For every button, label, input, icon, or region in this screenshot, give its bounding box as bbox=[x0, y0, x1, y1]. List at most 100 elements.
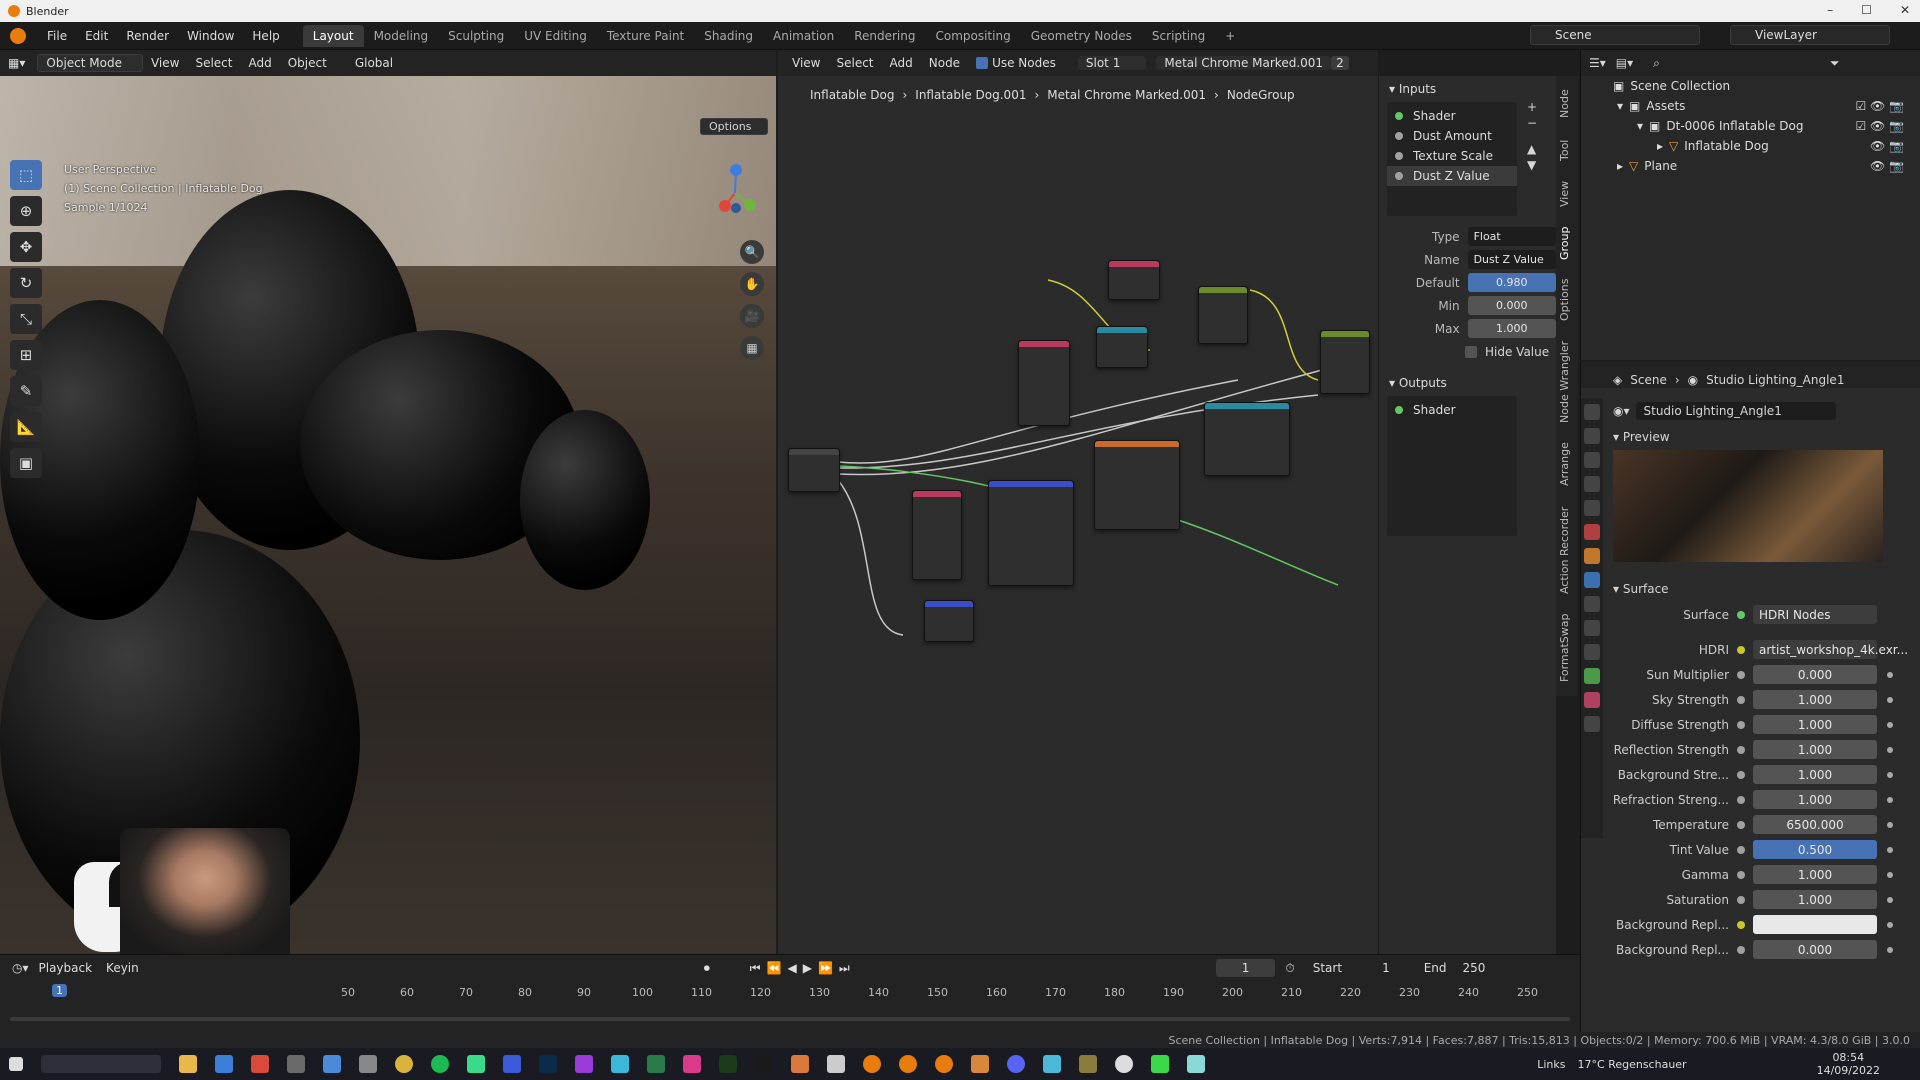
app-icon[interactable] bbox=[611, 1055, 629, 1073]
app-icon[interactable] bbox=[251, 1055, 269, 1073]
tab-uv-editing[interactable]: UV Editing bbox=[514, 25, 597, 47]
transform-orientation-dropdown[interactable]: Global bbox=[347, 56, 401, 70]
minimize-button[interactable]: – bbox=[1827, 3, 1833, 17]
remove-input-button[interactable]: − bbox=[1527, 116, 1537, 130]
scene-tab-icon[interactable] bbox=[1584, 500, 1600, 516]
blender-taskbar-icon[interactable] bbox=[935, 1055, 953, 1073]
outliner-root[interactable]: ▣ Scene Collection bbox=[1581, 76, 1920, 96]
param-field[interactable]: 1.000 bbox=[1753, 890, 1877, 909]
zoom-icon[interactable]: 🔍 bbox=[740, 240, 764, 264]
add-workspace-button[interactable]: + bbox=[1215, 25, 1245, 47]
pan-hand-icon[interactable]: ✋ bbox=[740, 272, 764, 296]
data-tab-icon[interactable] bbox=[1584, 668, 1600, 684]
tab-animation[interactable]: Animation bbox=[763, 25, 844, 47]
node-separate-rgb[interactable] bbox=[1096, 326, 1148, 368]
outliner-row-inflatable-dog[interactable]: ▸ ▽ Inflatable Dog 👁 📷 bbox=[1581, 136, 1920, 156]
tab-sculpting[interactable]: Sculpting bbox=[438, 25, 514, 47]
tool-tab-icon[interactable] bbox=[1584, 404, 1600, 420]
annotate-tool-icon[interactable]: ✎ bbox=[10, 376, 42, 406]
param-field[interactable]: 1.000 bbox=[1753, 765, 1877, 784]
node-group-input[interactable] bbox=[788, 448, 840, 492]
app-icon[interactable] bbox=[1187, 1055, 1205, 1073]
app-icon[interactable] bbox=[719, 1055, 737, 1073]
transform-tool-icon[interactable]: ⊞ bbox=[10, 340, 42, 370]
keyframe-dot-icon[interactable] bbox=[1887, 796, 1893, 803]
keyframe-dot-icon[interactable] bbox=[1887, 821, 1893, 828]
record-button[interactable]: ⏺ bbox=[704, 961, 710, 976]
display-mode-icon[interactable]: ▤▾ bbox=[1616, 56, 1633, 70]
param-field[interactable]: 1.000 bbox=[1753, 715, 1877, 734]
3d-viewport[interactable]: ▦▾ Object Mode View Select Add Object Gl… bbox=[0, 50, 776, 954]
search-icon[interactable]: ⌕ bbox=[1653, 56, 1660, 71]
node-multiply[interactable] bbox=[1198, 286, 1248, 344]
clock[interactable]: 08:54 14/09/2022 bbox=[1817, 1051, 1880, 1077]
file-explorer-icon[interactable] bbox=[179, 1055, 197, 1073]
search-icon[interactable] bbox=[41, 1055, 161, 1073]
node-mix-output[interactable] bbox=[1320, 330, 1370, 394]
param-field[interactable]: 0.500 bbox=[1753, 840, 1877, 859]
surface-section-header[interactable]: ▾ Surface bbox=[1607, 576, 1920, 602]
input-item-dust-amount[interactable]: Dust Amount bbox=[1387, 126, 1517, 146]
close-button[interactable]: ✕ bbox=[1900, 3, 1910, 17]
tab-view[interactable]: View bbox=[1558, 176, 1576, 212]
keyframe-dot-icon[interactable] bbox=[1887, 671, 1893, 678]
keyframe-dot-icon[interactable] bbox=[1887, 846, 1893, 853]
particles-tab-icon[interactable] bbox=[1584, 596, 1600, 612]
node-geometry[interactable] bbox=[1018, 340, 1070, 426]
windows-start-icon[interactable] bbox=[9, 1057, 23, 1071]
output-tab-icon[interactable] bbox=[1584, 452, 1600, 468]
param-field[interactable]: 1.000 bbox=[1753, 740, 1877, 759]
tab-scripting[interactable]: Scripting bbox=[1142, 25, 1215, 47]
hide-value-checkbox[interactable] bbox=[1465, 345, 1477, 358]
output-item-shader[interactable]: Shader bbox=[1387, 400, 1517, 420]
param-field[interactable]: 1.000 bbox=[1753, 790, 1877, 809]
param-field[interactable]: 1.000 bbox=[1753, 865, 1877, 884]
grid-perspective-icon[interactable]: ▦ bbox=[740, 336, 764, 360]
texture-tab-icon[interactable] bbox=[1584, 716, 1600, 732]
keyframe-dot-icon[interactable] bbox=[1887, 946, 1893, 953]
add-cube-tool-icon[interactable]: ▣ bbox=[10, 448, 42, 478]
node-combine-xyz[interactable] bbox=[924, 600, 974, 642]
menu-window[interactable]: Window bbox=[178, 29, 243, 43]
move-down-icon[interactable]: ▼ bbox=[1527, 158, 1537, 172]
maximize-button[interactable]: ☐ bbox=[1861, 3, 1872, 17]
visibility-eye-icon[interactable]: ☑ 👁 📷 bbox=[1855, 119, 1904, 133]
outliner-row-dt-0006[interactable]: ▾ ▣ Dt-0006 Inflatable Dog ☑ 👁 📷 bbox=[1581, 116, 1920, 136]
inputs-section-header[interactable]: ▾ Inputs bbox=[1379, 76, 1556, 102]
object-tab-icon[interactable] bbox=[1584, 548, 1600, 564]
tab-shading[interactable]: Shading bbox=[694, 25, 763, 47]
blender-menu-icon[interactable] bbox=[10, 27, 26, 44]
start-frame-field[interactable]: 1 bbox=[1382, 961, 1390, 975]
type-dropdown[interactable]: Float bbox=[1467, 227, 1556, 246]
node-editor[interactable]: View Select Add Node Use Nodes Slot 1 Me… bbox=[778, 50, 1378, 954]
tab-rendering[interactable]: Rendering bbox=[844, 25, 925, 47]
param-field[interactable]: 0.000 bbox=[1753, 940, 1877, 959]
tab-texture-paint[interactable]: Texture Paint bbox=[597, 25, 694, 47]
app-icon[interactable] bbox=[1043, 1055, 1061, 1073]
app-icon[interactable] bbox=[359, 1055, 377, 1073]
menu-file[interactable]: File bbox=[38, 29, 76, 43]
name-field[interactable]: Dust Z Value bbox=[1467, 250, 1556, 269]
visibility-eye-icon[interactable]: 👁 📷 bbox=[1870, 159, 1904, 173]
editor-type-icon[interactable]: ☰▾ bbox=[1589, 56, 1606, 70]
app-icon[interactable] bbox=[575, 1055, 593, 1073]
keyframe-dot-icon[interactable] bbox=[1887, 771, 1893, 778]
world-name-field[interactable]: Studio Lighting_Angle1 bbox=[1635, 402, 1836, 420]
menu-view[interactable]: View bbox=[143, 56, 187, 70]
end-frame-field[interactable]: 250 bbox=[1463, 961, 1486, 975]
outliner-row-plane[interactable]: ▸ ▽ Plane 👁 📷 bbox=[1581, 156, 1920, 176]
keyframe-dot-icon[interactable] bbox=[1887, 746, 1893, 753]
select-tool-icon[interactable]: ⬚ bbox=[10, 160, 42, 190]
app-icon[interactable] bbox=[971, 1055, 989, 1073]
world-tab-icon[interactable] bbox=[1584, 524, 1600, 540]
camera-view-icon[interactable]: 🎥 bbox=[740, 304, 764, 328]
app-icon[interactable] bbox=[827, 1055, 845, 1073]
node-layer-weight[interactable] bbox=[1108, 260, 1160, 300]
world-selector[interactable]: ◉▾ Studio Lighting_Angle1 bbox=[1607, 398, 1920, 424]
param-field[interactable]: 0.000 bbox=[1753, 665, 1877, 684]
app-icon[interactable] bbox=[1115, 1055, 1133, 1073]
menu-add[interactable]: Add bbox=[240, 56, 279, 70]
navigation-gizmo[interactable] bbox=[700, 158, 770, 228]
spotify-icon[interactable] bbox=[431, 1055, 449, 1073]
playback-controls[interactable]: ⏮⏪◀▶⏩⏭ bbox=[750, 961, 856, 976]
